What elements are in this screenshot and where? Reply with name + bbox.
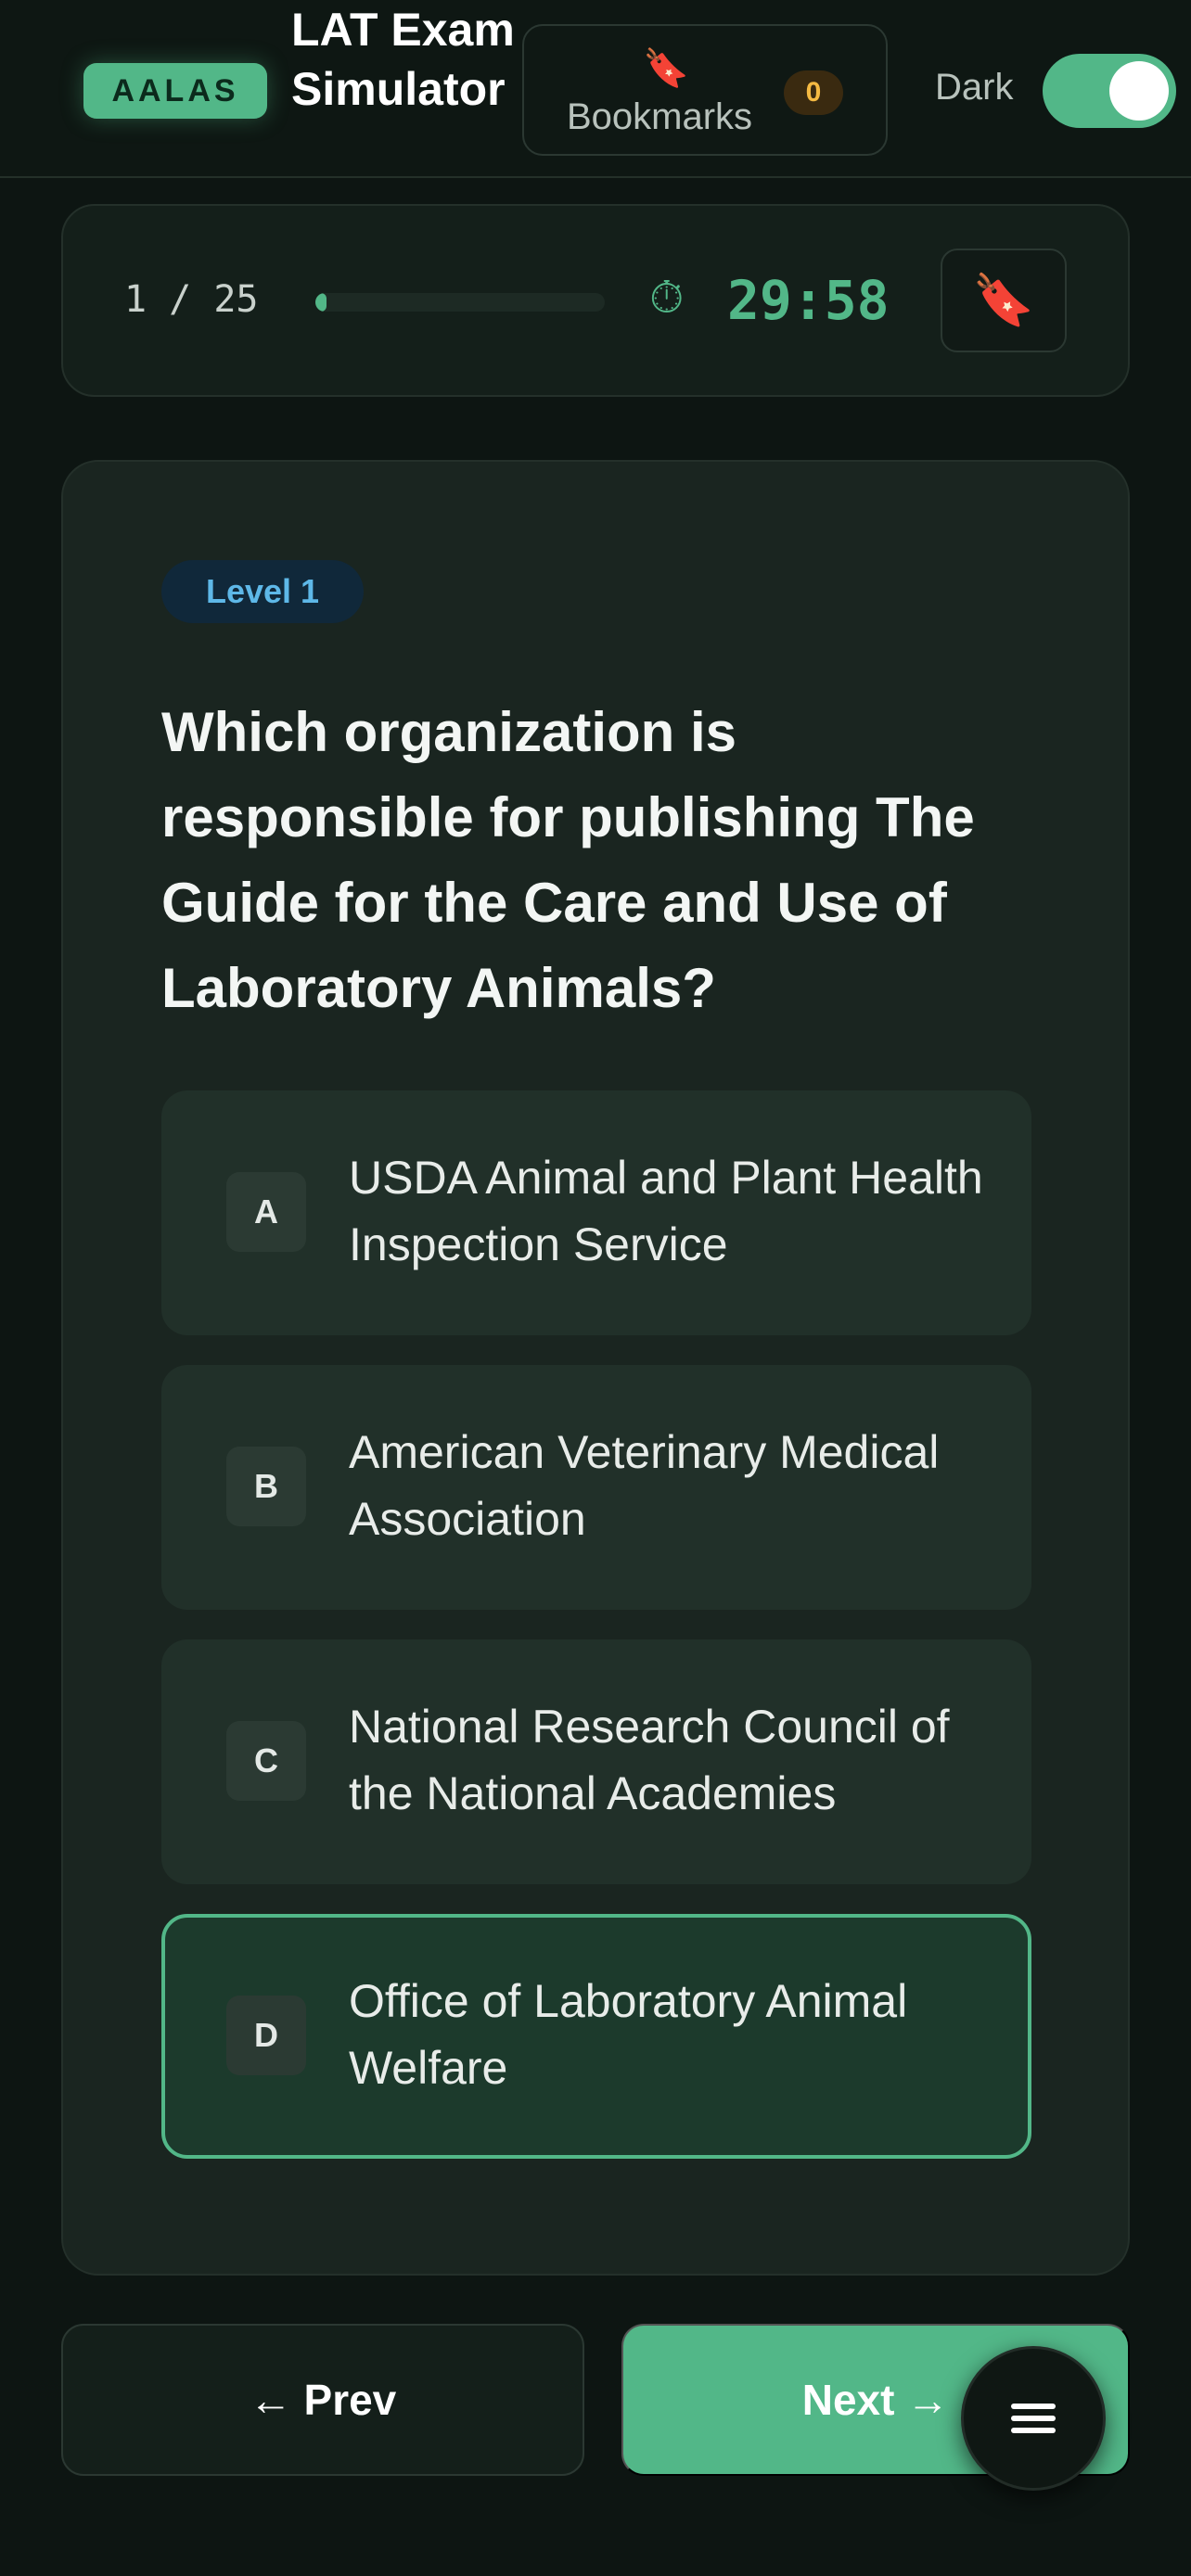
bookmarks-count-badge: 0	[784, 70, 843, 115]
brand-badge: AALAS	[83, 63, 267, 119]
level-badge: Level 1	[161, 560, 364, 623]
toggle-knob	[1109, 61, 1169, 121]
app-header: AALAS LAT Exam Simulator 🔖 Bookmarks 0 D…	[0, 0, 1191, 178]
option-text: National Research Council of the Nationa…	[349, 1701, 950, 1819]
stopwatch-icon: ⏱	[649, 274, 685, 323]
option-letter: A	[226, 1172, 306, 1252]
option-b[interactable]: B American Veterinary Medical Associatio…	[161, 1365, 1031, 1610]
timer: 29:58	[727, 269, 890, 332]
bookmarks-button[interactable]: 🔖 Bookmarks 0	[522, 24, 888, 156]
theme-toggle-label: Dark	[935, 67, 1014, 108]
app-title: LAT Exam Simulator	[291, 4, 515, 115]
progress-bar	[315, 293, 605, 312]
question-counter: 1 / 25	[124, 278, 259, 321]
bookmark-question-button[interactable]: 🔖	[941, 249, 1067, 352]
menu-button[interactable]	[961, 2346, 1106, 2491]
dark-mode-toggle[interactable]	[1043, 54, 1176, 128]
bookmark-icon: 🔖	[972, 272, 1035, 328]
option-letter: B	[226, 1447, 306, 1526]
prev-button[interactable]: ← Prev	[61, 2324, 584, 2476]
option-text: USDA Animal and Plant Health Inspection …	[349, 1152, 983, 1270]
progress-bar-fill	[315, 293, 327, 312]
option-d[interactable]: D Office of Laboratory Animal Welfare	[161, 1914, 1031, 2159]
option-text: American Veterinary Medical Association	[349, 1426, 940, 1545]
question-text: Which organization is responsible for pu…	[161, 701, 975, 1019]
question-card: Level 1 Which organization is responsibl…	[61, 460, 1130, 2276]
option-letter: D	[226, 1996, 306, 2075]
option-a[interactable]: A USDA Animal and Plant Health Inspectio…	[161, 1090, 1031, 1335]
option-c[interactable]: C National Research Council of the Natio…	[161, 1639, 1031, 1884]
option-letter: C	[226, 1721, 306, 1801]
progress-card: 1 / 25 ⏱ 29:58 🔖	[61, 204, 1130, 397]
menu-icon	[1011, 2397, 1056, 2440]
option-text: Office of Laboratory Animal Welfare	[349, 1975, 908, 2094]
bookmarks-label: Bookmarks	[567, 96, 753, 137]
bookmark-icon: 🔖	[643, 48, 689, 89]
